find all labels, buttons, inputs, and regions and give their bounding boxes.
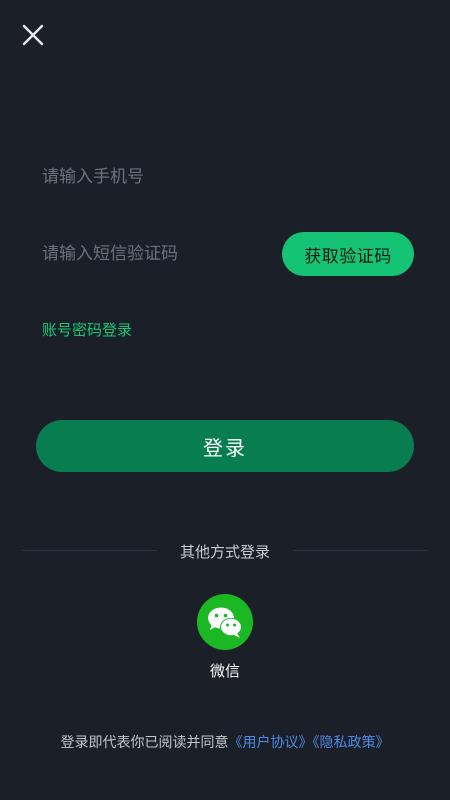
wechat-login-button[interactable]	[197, 594, 253, 650]
password-login-link[interactable]: 账号密码登录	[42, 319, 132, 340]
close-icon	[22, 24, 44, 46]
phone-input[interactable]	[42, 160, 402, 194]
divider-right	[293, 550, 428, 551]
sms-code-input[interactable]	[42, 237, 262, 271]
close-button[interactable]	[20, 22, 48, 50]
login-button[interactable]: 登录	[36, 420, 414, 472]
wechat-icon	[208, 607, 242, 638]
user-agreement-link[interactable]: 《用户协议》	[229, 735, 313, 751]
agreement-prefix: 登录即代表你已阅读并同意	[60, 735, 229, 751]
other-login-title: 其他方式登录	[179, 543, 270, 561]
get-code-button[interactable]: 获取验证码	[282, 232, 414, 276]
wechat-label: 微信	[209, 662, 240, 680]
agreement-text: 登录即代表你已阅读并同意《用户协议》《隐私政策》	[0, 732, 450, 752]
privacy-policy-link[interactable]: 《隐私政策》	[313, 735, 390, 751]
